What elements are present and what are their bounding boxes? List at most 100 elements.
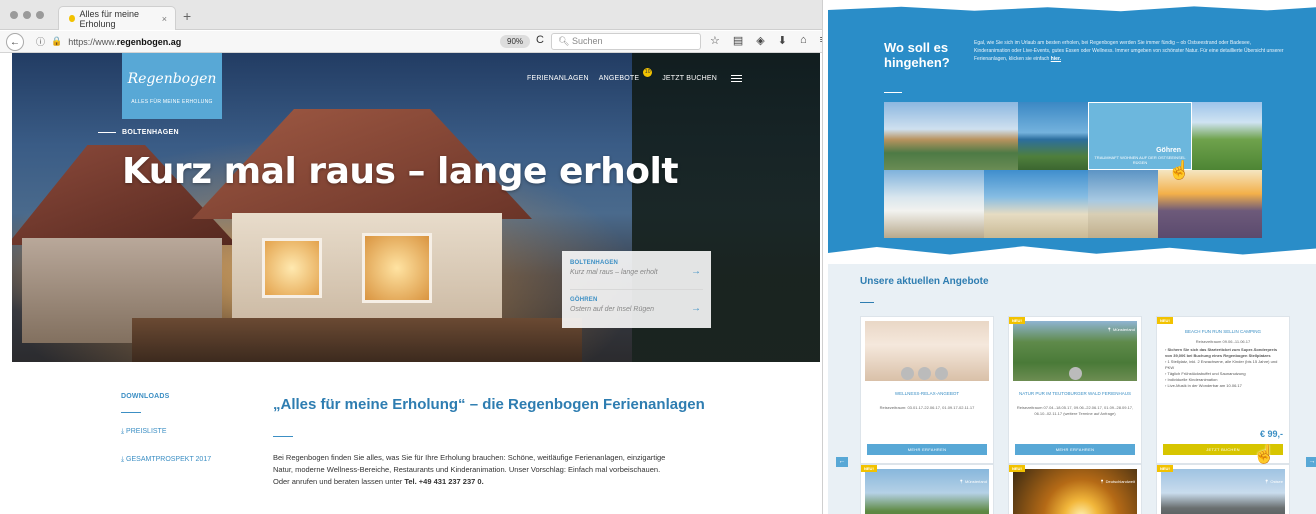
offers-panel: Unsere aktuellen Angebote WELLNESS-RELAX…	[828, 264, 1316, 514]
maximize-window-dot[interactable]	[36, 11, 44, 19]
intro-title: „Alles für meine Erholung“ – die Regenbo…	[273, 396, 705, 413]
destination-tile[interactable]	[1192, 102, 1262, 170]
new-badge: NEU!	[1009, 317, 1025, 324]
feature-item: › Live-Musik in der Wonderbar am 10.06.1…	[1165, 383, 1242, 388]
main-nav: FERIENANLAGEN ANGEBOTE 10 JETZT BUCHEN	[527, 68, 743, 83]
slide-title: GÖHREN	[570, 297, 598, 303]
reader-icon[interactable]: ▤	[733, 34, 743, 47]
feature-text: Individuelle Kinderanimation	[1167, 377, 1218, 382]
nav-ferienanlagen[interactable]: FERIENANLAGEN	[527, 75, 589, 82]
offer-features: › Sichern Sie sich das Starterticket zum…	[1165, 347, 1283, 389]
download-prospekt-link[interactable]: ⤓ GESAMTPROSPEKT 2017	[121, 456, 211, 464]
offer-image	[865, 469, 989, 514]
slide-subtitle: Kurz mal raus – lange erholt	[570, 269, 658, 276]
offer-image	[1013, 469, 1137, 514]
new-badge: NEU!	[861, 465, 877, 472]
site-logo[interactable]: Regenbogen ALLES FÜR MEINE ERHOLUNG	[122, 53, 222, 119]
carousel-next-button[interactable]: →	[1306, 457, 1316, 467]
search-input[interactable]: 🔍︎ Suchen	[551, 33, 701, 50]
hero-headline: Kurz mal raus – lange erholt	[122, 151, 679, 192]
amenity-icon	[918, 367, 931, 380]
feature-text: Live-Musik in der Wonderbar am 10.06.17	[1167, 383, 1242, 388]
bookmark-star-icon[interactable]: ☆	[710, 34, 720, 47]
logo-tagline: ALLES FÜR MEINE ERHOLUNG	[131, 99, 213, 105]
zoom-indicator[interactable]: 90%	[500, 35, 531, 48]
address-bar[interactable]: ⓘ 🔒 https://www.regenbogen.ag	[36, 35, 181, 48]
feature-text: 1 Stellplatz, inkl. 2 Erwachsene, alle K…	[1165, 359, 1278, 370]
new-badge: NEU!	[1157, 465, 1173, 472]
hero-slide-nav: BOLTENHAGEN Kurz mal raus – lange erholt…	[562, 251, 711, 328]
toolbar-icons: ☆ ▤ ◈ ⬇ ⌂ ≡	[710, 34, 822, 47]
new-badge: NEU!	[1009, 465, 1025, 472]
carousel-prev-button[interactable]: ←	[836, 457, 848, 467]
download-icon[interactable]: ⬇	[778, 34, 787, 47]
offer-detail: Reisezeitraum: 03.01.17-22.06.17, 01.09.…	[879, 405, 975, 410]
reload-icon[interactable]: C	[536, 34, 544, 46]
menu-icon[interactable]: ≡	[820, 34, 822, 47]
browser-window: Alles für meine Erholung × + ← ⓘ 🔒 https…	[0, 0, 823, 514]
favicon-icon	[69, 15, 75, 22]
location-label: Münsterland	[964, 479, 987, 484]
mehr-erfahren-button[interactable]: MEHR ERFAHREN	[1015, 444, 1135, 455]
hero-image: Regenbogen ALLES FÜR MEINE ERHOLUNG FERI…	[12, 53, 820, 362]
offer-card[interactable]: WELLNESS-RELAX-ANGEBOT Reisezeitraum: 03…	[860, 316, 994, 464]
browser-tab[interactable]: Alles für meine Erholung ×	[58, 6, 176, 30]
minimize-window-dot[interactable]	[23, 11, 31, 19]
offer-card[interactable]: NEU! 📍︎ Münsterland NATUR PUR IM TEUTOBU…	[1008, 316, 1142, 464]
tab-close-icon[interactable]: ×	[162, 14, 167, 24]
close-window-dot[interactable]	[10, 11, 18, 19]
destination-tile[interactable]	[884, 102, 1018, 170]
pocket-icon[interactable]: ◈	[756, 34, 764, 47]
feature-item: › Sichern Sie sich das Starterticket zum…	[1165, 347, 1278, 358]
offer-card[interactable]: NEU! BEACH FUN RUN SELLIN CAMPING Reisez…	[1156, 316, 1290, 464]
location-tag: 📍︎ Münsterland	[958, 479, 987, 484]
slide-item-goehren[interactable]: GÖHREN Ostern auf der Insel Rügen →	[570, 297, 705, 314]
feature-text: Sichern Sie sich das Starterticket zum S…	[1165, 347, 1278, 358]
offer-detail: Reisezeitraum 09.06.-11.06.17	[1195, 339, 1251, 344]
home-icon[interactable]: ⌂	[800, 34, 807, 47]
slide-item-boltenhagen[interactable]: BOLTENHAGEN Kurz mal raus – lange erholt…	[570, 260, 705, 277]
destination-tile[interactable]	[1018, 102, 1088, 170]
divider	[121, 412, 141, 413]
location-label: Münsterland	[1112, 327, 1135, 332]
amenity-icon	[1069, 367, 1082, 380]
offer-icon-row	[901, 367, 948, 380]
offer-card[interactable]: NEU! 📍︎ Deutschlandweit	[1008, 464, 1142, 514]
hero-kicker: BOLTENHAGEN	[98, 129, 179, 136]
hero-location: BOLTENHAGEN	[122, 129, 179, 136]
offers-title: Unsere aktuellen Angebote	[860, 276, 989, 287]
offer-card[interactable]: NEU! 📍︎ Münsterland	[860, 464, 994, 514]
intro-text: Bei Regenbogen finden Sie alles, was Sie…	[273, 452, 673, 488]
tile-name: Göhren	[1156, 147, 1181, 154]
hand-cursor-icon: ☝	[1168, 160, 1191, 180]
mehr-erfahren-button[interactable]: MEHR ERFAHREN	[867, 444, 987, 455]
torn-edge-bottom	[828, 246, 1316, 259]
nav-angebote[interactable]: ANGEBOTE	[599, 75, 640, 82]
nav-jetzt-buchen[interactable]: JETZT BUCHEN	[662, 75, 717, 82]
destination-tile[interactable]	[984, 170, 1088, 238]
offer-image	[1161, 469, 1285, 514]
phone-link[interactable]: Tel. +49 431 237 237 0.	[404, 477, 483, 486]
downloads-heading: DOWNLOADS	[121, 393, 170, 400]
offer-detail: Reisezeitraum 07.04.-18.05.17, 09.06.-22…	[1016, 405, 1134, 416]
offer-card[interactable]: NEU! 📍︎ Ostsee	[1156, 464, 1290, 514]
location-tag: 📍︎ Münsterland	[1106, 327, 1135, 332]
destination-tile[interactable]	[1088, 170, 1158, 238]
destinations-link[interactable]: hier.	[1051, 56, 1061, 62]
back-button[interactable]: ←	[6, 33, 24, 51]
lock-icon: 🔒	[51, 36, 63, 46]
url-domain: regenbogen.ag	[116, 36, 182, 47]
divider	[273, 436, 293, 437]
download-preisliste-link[interactable]: ⤓ PREISLISTE	[121, 428, 167, 436]
hero-window	[362, 233, 432, 303]
hero-window	[262, 238, 322, 298]
destinations-text: Egal, wie Sie sich im Urlaub am besten e…	[974, 39, 1286, 63]
divider	[884, 92, 902, 93]
location-tag: 📍︎ Deutschlandweit	[1099, 479, 1135, 484]
hamburger-menu-icon[interactable]	[731, 75, 743, 82]
new-tab-button[interactable]: +	[183, 9, 191, 23]
destinations-panel: Wo soll es hingehen? Egal, wie Sie sich …	[828, 4, 1316, 259]
destination-tile[interactable]	[884, 170, 984, 238]
window-controls[interactable]	[10, 11, 44, 19]
info-icon[interactable]: ⓘ	[36, 35, 45, 48]
